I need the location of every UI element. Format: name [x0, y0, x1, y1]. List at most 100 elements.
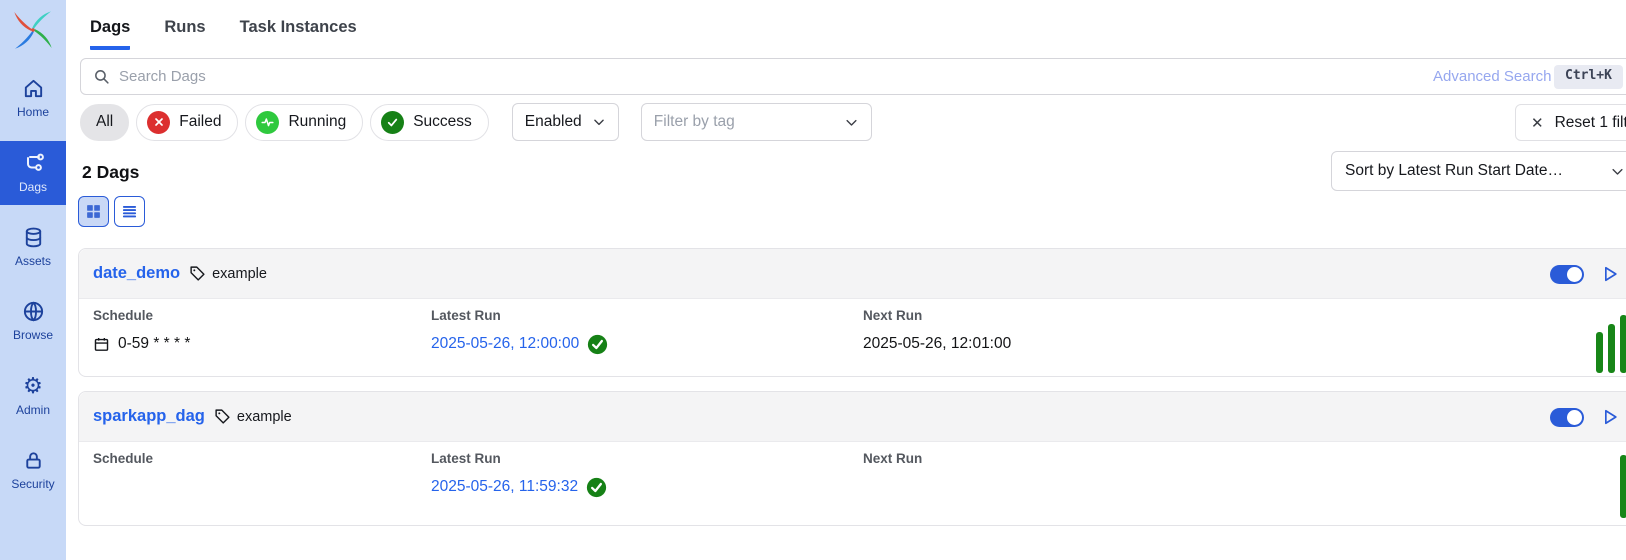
gear-icon: ⚙	[23, 374, 43, 398]
enabled-filter-select[interactable]: Enabled	[512, 103, 619, 141]
dag-tag[interactable]: example	[189, 265, 267, 282]
list-view-button[interactable]	[114, 196, 145, 227]
latest-run-label: Latest Run	[431, 451, 863, 466]
home-icon	[22, 77, 45, 100]
dag-card-body: Schedule Latest Run 2025-05-26, 11:59:32…	[79, 442, 1626, 525]
tag-select-placeholder: Filter by tag	[654, 113, 735, 131]
dag-card: sparkapp_dag example Schedule Latest Run	[78, 391, 1626, 526]
tab-runs[interactable]: Runs	[164, 18, 205, 50]
sidebar-item-label: Admin	[16, 403, 50, 417]
run-success-badge	[586, 477, 607, 498]
globe-icon	[22, 300, 45, 323]
dag-name-link[interactable]: date_demo	[93, 264, 180, 283]
run-history-bars	[1595, 315, 1626, 373]
grid-view-icon	[85, 203, 102, 220]
dag-search-bar: Advanced Search Ctrl+K	[80, 58, 1626, 95]
next-run-column: Next Run 2025-05-26, 12:01:00	[863, 308, 1626, 376]
tag-filter-select[interactable]: Filter by tag	[641, 103, 872, 141]
trigger-dag-button[interactable]	[1600, 264, 1620, 284]
filter-chip-running[interactable]: Running	[245, 104, 363, 141]
sidebar-item-home[interactable]: Home	[0, 67, 66, 130]
search-icon	[93, 68, 110, 85]
run-history-bars	[1595, 455, 1626, 518]
filter-chip-failed[interactable]: Failed	[136, 104, 238, 141]
schedule-column: Schedule	[93, 451, 431, 525]
list-view-icon	[121, 203, 138, 220]
reset-filters-button[interactable]: ✕ Reset 1 filter	[1515, 104, 1626, 141]
play-icon	[1600, 407, 1620, 427]
sidebar-item-label: Browse	[13, 328, 53, 342]
tag-icon	[214, 408, 231, 425]
dag-enabled-toggle[interactable]	[1550, 265, 1584, 284]
latest-run-link[interactable]: 2025-05-26, 11:59:32	[431, 478, 578, 496]
trigger-dag-button[interactable]	[1600, 407, 1620, 427]
sidebar-item-label: Dags	[19, 180, 47, 194]
chip-label: Running	[288, 113, 346, 131]
database-icon	[22, 226, 45, 249]
chip-label: Success	[413, 113, 472, 131]
schedule-value: 0-59 * * * *	[118, 335, 190, 353]
sidebar-item-browse[interactable]: Browse	[0, 290, 66, 353]
filter-chip-success[interactable]: Success	[370, 104, 489, 141]
schedule-column: Schedule 0-59 * * * *	[93, 308, 431, 376]
schedule-label: Schedule	[93, 451, 431, 466]
chevron-down-icon	[1610, 164, 1625, 184]
next-run-label: Next Run	[863, 308, 1626, 323]
success-check-icon	[381, 111, 404, 134]
sidebar-item-label: Assets	[15, 254, 51, 268]
dag-count-heading: 2 Dags	[82, 162, 139, 183]
latest-run-column: Latest Run 2025-05-26, 11:59:32	[431, 451, 863, 525]
sidebar-item-security[interactable]: Security	[0, 439, 66, 502]
dag-tag-label: example	[212, 266, 267, 282]
view-toggle-group	[78, 196, 145, 227]
reset-button-label: Reset 1 filter	[1555, 114, 1626, 132]
tab-dags[interactable]: Dags	[90, 18, 130, 50]
sidebar-item-label: Home	[17, 105, 49, 119]
search-input[interactable]	[119, 68, 1626, 85]
filter-chip-all[interactable]: All	[80, 104, 129, 141]
chip-label: Failed	[179, 113, 221, 131]
sort-select-value: Sort by Latest Run Start Date…	[1345, 162, 1563, 180]
sidebar-item-dags[interactable]: Dags	[0, 141, 66, 205]
lock-icon	[22, 449, 45, 472]
filter-row: All Failed Running Success Enabled Filte…	[80, 103, 872, 141]
dag-run-bar[interactable]	[1620, 315, 1626, 373]
dag-run-bar[interactable]	[1596, 332, 1603, 373]
shortcut-badge: Ctrl+K	[1554, 65, 1623, 89]
dag-name-link[interactable]: sparkapp_dag	[93, 407, 205, 426]
dag-tag-label: example	[237, 409, 292, 425]
dag-enabled-toggle[interactable]	[1550, 408, 1584, 427]
failed-x-icon	[147, 111, 170, 134]
top-tabs: Dags Runs Task Instances	[90, 18, 357, 50]
main-content: Dags Runs Task Instances Advanced Search…	[66, 0, 1626, 560]
next-run-value: 2025-05-26, 12:01:00	[863, 335, 1011, 353]
schedule-label: Schedule	[93, 308, 431, 323]
airflow-logo[interactable]	[10, 7, 56, 53]
sidebar-nav: Home Dags Assets Browse	[0, 67, 66, 502]
chip-label: All	[96, 113, 113, 131]
dag-card-header: date_demo example	[79, 249, 1626, 299]
advanced-search-link[interactable]: Advanced Search	[1433, 68, 1551, 85]
play-icon	[1600, 264, 1620, 284]
next-run-column: Next Run	[863, 451, 1626, 525]
card-view-button[interactable]	[78, 196, 109, 227]
enabled-select-value: Enabled	[525, 113, 582, 131]
dag-run-bar[interactable]	[1608, 324, 1615, 373]
sidebar-item-assets[interactable]: Assets	[0, 216, 66, 279]
running-pulse-icon	[256, 111, 279, 134]
sort-select[interactable]: Sort by Latest Run Start Date…	[1331, 151, 1626, 191]
latest-run-label: Latest Run	[431, 308, 863, 323]
run-success-badge	[587, 334, 608, 355]
dag-run-bar[interactable]	[1620, 455, 1626, 518]
sidebar: Home Dags Assets Browse	[0, 0, 66, 560]
sidebar-item-label: Security	[11, 477, 54, 491]
tag-icon	[189, 265, 206, 282]
sidebar-item-admin[interactable]: ⚙ Admin	[0, 364, 66, 428]
calendar-icon	[93, 336, 110, 353]
dag-branch-icon	[21, 151, 45, 175]
chevron-down-icon	[592, 115, 606, 129]
latest-run-link[interactable]: 2025-05-26, 12:00:00	[431, 335, 579, 353]
tab-task-instances[interactable]: Task Instances	[240, 18, 357, 50]
close-icon: ✕	[1531, 114, 1544, 132]
dag-tag[interactable]: example	[214, 408, 292, 425]
